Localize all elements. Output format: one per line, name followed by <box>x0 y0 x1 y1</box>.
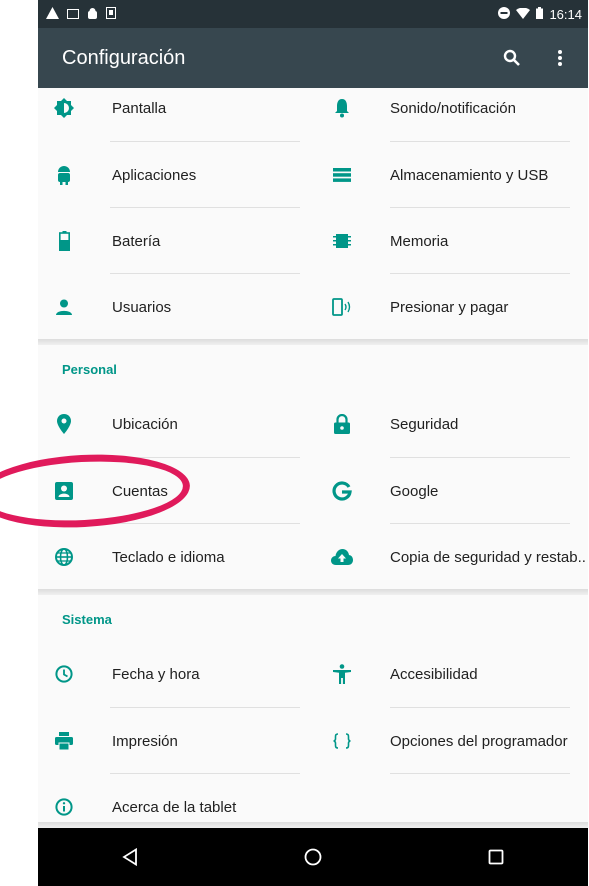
status-bar: 16:14 <box>38 0 588 28</box>
do-not-disturb-icon <box>498 6 511 22</box>
setting-label: Acerca de la tablet <box>112 798 237 816</box>
setting-label: Google <box>390 482 439 500</box>
setting-label: Aplicaciones <box>112 166 197 184</box>
setting-impresion[interactable]: Impresión <box>38 708 313 774</box>
setting-sonido[interactable]: Sonido/notificación <box>316 75 588 141</box>
setting-aplicaciones[interactable]: Aplicaciones <box>38 142 313 208</box>
setting-label: Fecha y hora <box>112 665 200 683</box>
setting-memoria[interactable]: Memoria <box>316 208 588 274</box>
setting-label: Almacenamiento y USB <box>390 166 549 184</box>
home-icon <box>304 848 322 866</box>
cloud-upload-icon <box>330 545 354 569</box>
setting-label: Ubicación <box>112 415 178 433</box>
info-icon <box>52 795 76 819</box>
setting-almacenamiento[interactable]: Almacenamiento y USB <box>316 142 588 208</box>
brightness-icon <box>52 96 76 120</box>
recents-button[interactable] <box>476 837 516 877</box>
sd-card-icon <box>106 6 116 22</box>
section-divider <box>38 339 588 345</box>
section-header-sistema: Sistema <box>62 612 112 627</box>
print-icon <box>52 729 76 753</box>
setting-label: Accesibilidad <box>390 665 478 683</box>
code-braces-icon <box>330 729 354 753</box>
setting-copia-seguridad[interactable]: Copia de seguridad y restab.. <box>316 524 588 590</box>
setting-label: Usuarios <box>112 298 172 316</box>
setting-label: Opciones del programador <box>390 732 568 750</box>
more-options-button[interactable] <box>548 46 572 70</box>
recents-icon <box>488 849 504 865</box>
settings-screen: 16:14 Configuración Pantalla Sonido/noti… <box>38 0 588 886</box>
home-button[interactable] <box>293 837 333 877</box>
search-icon <box>503 49 520 66</box>
setting-label: Presionar y pagar <box>390 298 509 316</box>
setting-fecha-hora[interactable]: Fecha y hora <box>38 641 313 707</box>
page-title: Configuración <box>62 46 186 69</box>
person-icon <box>52 295 76 319</box>
battery-icon <box>52 229 76 253</box>
setting-label: Teclado e idioma <box>112 548 225 566</box>
setting-usuarios[interactable]: Usuarios <box>38 274 313 340</box>
setting-label: Impresión <box>112 732 178 750</box>
setting-bateria[interactable]: Batería <box>38 208 313 274</box>
section-header-personal: Personal <box>62 362 117 377</box>
setting-pantalla[interactable]: Pantalla <box>38 75 313 141</box>
storage-icon <box>330 163 354 187</box>
setting-label: Pantalla <box>112 99 167 117</box>
setting-label: Seguridad <box>390 415 459 433</box>
accessibility-icon <box>330 662 354 686</box>
lock-icon <box>330 412 354 436</box>
section-divider <box>38 589 588 595</box>
setting-presionar-pagar[interactable]: Presionar y pagar <box>316 274 588 340</box>
wifi-icon <box>516 7 531 22</box>
back-icon <box>121 848 137 866</box>
setting-teclado-idioma[interactable]: Teclado e idioma <box>38 524 313 590</box>
setting-ubicacion[interactable]: Ubicación <box>38 391 313 457</box>
location-icon <box>52 412 76 436</box>
google-icon <box>330 479 354 503</box>
android-notification-icon <box>87 7 98 22</box>
back-button[interactable] <box>110 837 150 877</box>
setting-label: Copia de seguridad y restab.. <box>390 548 586 566</box>
android-icon <box>52 163 76 187</box>
battery-status-icon <box>536 6 544 22</box>
setting-google[interactable]: Google <box>316 458 588 524</box>
tap-pay-icon <box>330 295 354 319</box>
setting-label: Batería <box>112 232 161 250</box>
setting-opciones-programador[interactable]: Opciones del programador <box>316 708 588 774</box>
setting-label: Sonido/notificación <box>390 99 516 117</box>
setting-seguridad[interactable]: Seguridad <box>316 391 588 457</box>
setting-label: Memoria <box>390 232 449 250</box>
status-time: 16:14 <box>549 6 582 22</box>
navigation-bar <box>38 828 588 886</box>
globe-icon <box>52 545 76 569</box>
divider <box>390 773 570 774</box>
more-vert-icon <box>558 50 562 66</box>
memory-icon <box>330 229 354 253</box>
warning-icon <box>46 6 59 22</box>
clock-icon <box>52 662 76 686</box>
setting-accesibilidad[interactable]: Accesibilidad <box>316 641 588 707</box>
screenshot-icon <box>67 7 79 22</box>
bell-icon <box>330 96 354 120</box>
search-button[interactable] <box>500 46 524 70</box>
